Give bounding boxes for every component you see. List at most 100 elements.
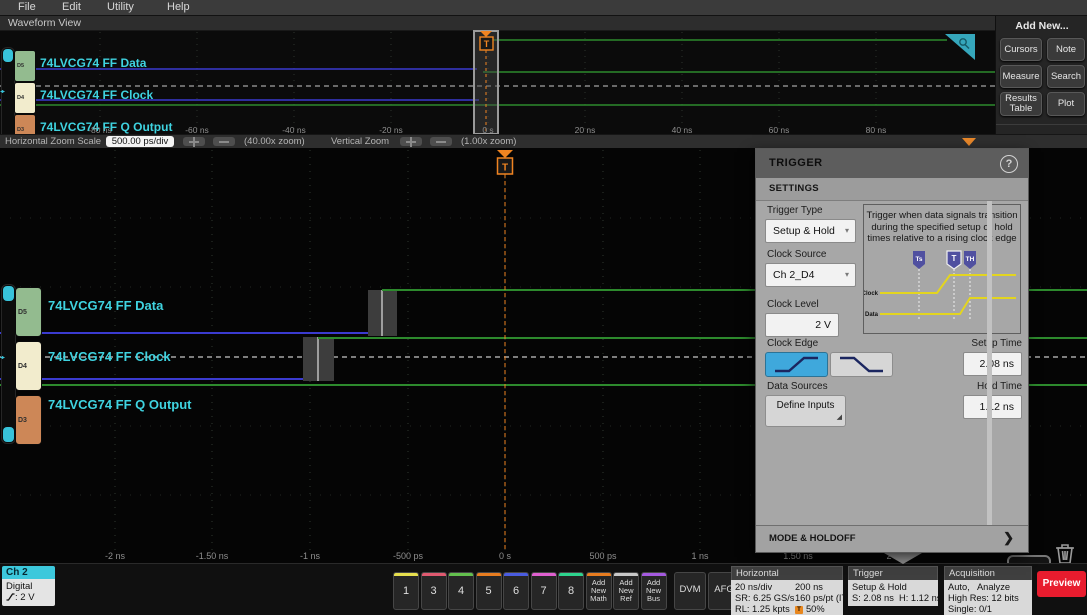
channel-2-badge[interactable]: Ch 2 Digital : 2 V [2,566,55,606]
clock-source-dropdown[interactable]: Ch 2_D4▾ [765,263,856,287]
diagram-flag-letter: TH [966,256,975,263]
sidebar-divider [996,124,1087,125]
channel-badge-d3[interactable]: D3 [15,395,42,445]
clock-edge-rising-button[interactable] [765,352,828,377]
channel-label: 74LVCG74 FF Clock [48,349,171,364]
acquisition-badge[interactable]: Acquisition Auto, AnalyzeHigh Res: 12 bi… [944,566,1032,615]
clock-edge-label: Clock Edge [767,338,818,349]
vertical-zoom-out-button[interactable] [430,137,452,146]
channel-3-button[interactable]: 3 [421,572,447,610]
channel-2-threshold: : 2 V [6,592,55,603]
horizontal-info-cell: 20 ns/div [735,582,795,593]
channel-5-button[interactable]: 5 [476,572,502,610]
channel-6-button[interactable]: 6 [503,572,529,610]
horizontal-zoom-in-button[interactable] [183,137,205,146]
channel-2-info: Digital : 2 V [2,579,55,606]
horizontal-badge-body: 20 ns/div200 nsSR: 6.25 GS/s160 ps/pt (I… [731,580,843,615]
menu-bar: File Edit Utility Help [0,0,1087,16]
channel-button-label: 4 [449,576,473,607]
collapse-zoom-bar-icon[interactable] [962,138,976,146]
channel-label: 74LVCG74 FF Data [48,298,163,313]
axis-tick-label: 500 ps [589,551,616,561]
waveform-view: Waveform View T ◂▸D574LVCG74 FF DataD474… [0,16,995,148]
channel-badge-d5[interactable]: D5 [15,287,42,337]
define-inputs-button[interactable]: Define Inputs ◢ [765,395,846,427]
channel-8-button[interactable]: 8 [558,572,584,610]
add-button-label: AddNewMath [587,576,611,603]
trigger-badge[interactable]: Trigger Setup & HoldS: 2.08 ns H: 1.12 n… [848,566,938,606]
help-icon[interactable]: ? [1000,155,1018,173]
add-new-results-table-button[interactable]: Results Table [1000,92,1042,116]
channel-badge-id: D5 [15,63,24,69]
falling-edge-icon [831,353,892,376]
trigger-description-box: Trigger when data signals transitionduri… [863,204,1021,334]
add-new-ref-button[interactable]: AddNewRef [613,572,639,610]
waveform-overlay: ◂▸D574LVCG74 FF DataD474LVCG74 FF ClockD… [0,30,995,148]
vertical-zoom-in-button[interactable] [400,137,422,146]
menu-item-file[interactable]: File [18,1,36,13]
menu-item-utility[interactable]: Utility [107,1,134,13]
rising-edge-icon [766,353,827,376]
channel-2-type: Digital [6,581,55,592]
add-button-label: AddNewBus [642,576,666,603]
mode-holdoff-section[interactable]: MODE & HOLDOFF ❯ [756,525,1028,552]
channel-label: 74LVCG74 FF Data [40,56,146,70]
group-expand-icon[interactable]: ◂▸ [0,354,4,361]
horizontal-zoom-scale-input[interactable]: 500.00 ps/div [106,136,174,147]
horizontal-badge[interactable]: Horizontal 20 ns/div200 nsSR: 6.25 GS/s1… [731,566,843,615]
dvm-button[interactable]: DVM [674,572,706,610]
channel-label: 74LVCG74 FF Clock [40,88,153,102]
channel-1-button[interactable]: 1 [393,572,419,610]
add-new-math-button[interactable]: AddNewMath [586,572,612,610]
add-button-label: AddNewRef [614,576,638,603]
channel-button-label: 7 [532,576,556,607]
clock-source-label: Clock Source [767,249,826,260]
menu-item-help[interactable]: Help [167,1,190,13]
channel-7-button[interactable]: 7 [531,572,557,610]
button-label: DVM [675,573,705,607]
waveform-view-title: Waveform View [8,17,81,29]
mode-holdoff-label: MODE & HOLDOFF [769,533,856,544]
axis-tick-label: 1 ns [691,551,708,561]
add-new-note-button[interactable]: Note [1047,38,1085,61]
chevron-right-icon: ❯ [1003,530,1014,546]
panel-scrollbar[interactable] [987,201,992,528]
trigger-type-dropdown[interactable]: Setup & Hold▾ [765,219,856,243]
channel-badge-d4[interactable]: D4 [15,341,42,391]
channel-label: 74LVCG74 FF Q Output [48,397,192,412]
diagram-clock-trace [880,275,1016,293]
data-sources-label: Data Sources [767,381,828,392]
trigger-info-row: S: 2.08 ns H: 1.12 ns [852,593,935,604]
clock-edge-falling-button[interactable] [830,352,893,377]
diagram-data-label: Data [865,312,879,318]
channel-badge-id: D4 [15,95,24,101]
horizontal-badge-title: Horizontal [731,566,843,580]
horizontal-info-cell: RL: 1.25 kpts [735,604,795,615]
add-new-search-button[interactable]: Search [1047,65,1085,88]
channel-button-label: 5 [477,576,501,607]
setup-time-field[interactable]: 2.08 ns [963,352,1022,376]
digital-group-handle[interactable] [1,284,16,444]
add-new-bus-button[interactable]: AddNewBus [641,572,667,610]
channel-badge-d5[interactable]: D5 [14,50,36,82]
preview-button[interactable]: Preview [1037,571,1086,597]
horizontal-info-cell: 160 ps/pt (IT [795,593,843,604]
chevron-down-icon: ▾ [845,220,849,242]
menu-item-edit[interactable]: Edit [62,1,81,13]
horizontal-info-cell: SR: 6.25 GS/s [735,593,795,604]
axis-tick-label: -500 ps [393,551,423,561]
clock-level-field[interactable]: 2 V [765,313,839,337]
add-new-measure-button[interactable]: Measure [1000,65,1042,88]
group-expand-icon[interactable]: ◂▸ [0,88,4,95]
diagram-clock-label: Clock [864,291,879,297]
channel-badge-d4[interactable]: D4 [14,82,36,114]
channel-4-button[interactable]: 4 [448,572,474,610]
hold-time-field[interactable]: 1.12 ns [963,395,1022,419]
channel-badge-id: D5 [16,309,27,316]
channel-button-label: 8 [559,576,583,607]
add-new-title: Add New... [996,20,1087,32]
add-new-cursors-button[interactable]: Cursors [1000,38,1042,61]
add-new-plot-button[interactable]: Plot [1047,92,1085,116]
horizontal-zoom-out-button[interactable] [213,137,235,146]
acquisition-info-row: High Res: 12 bits [948,593,1029,604]
